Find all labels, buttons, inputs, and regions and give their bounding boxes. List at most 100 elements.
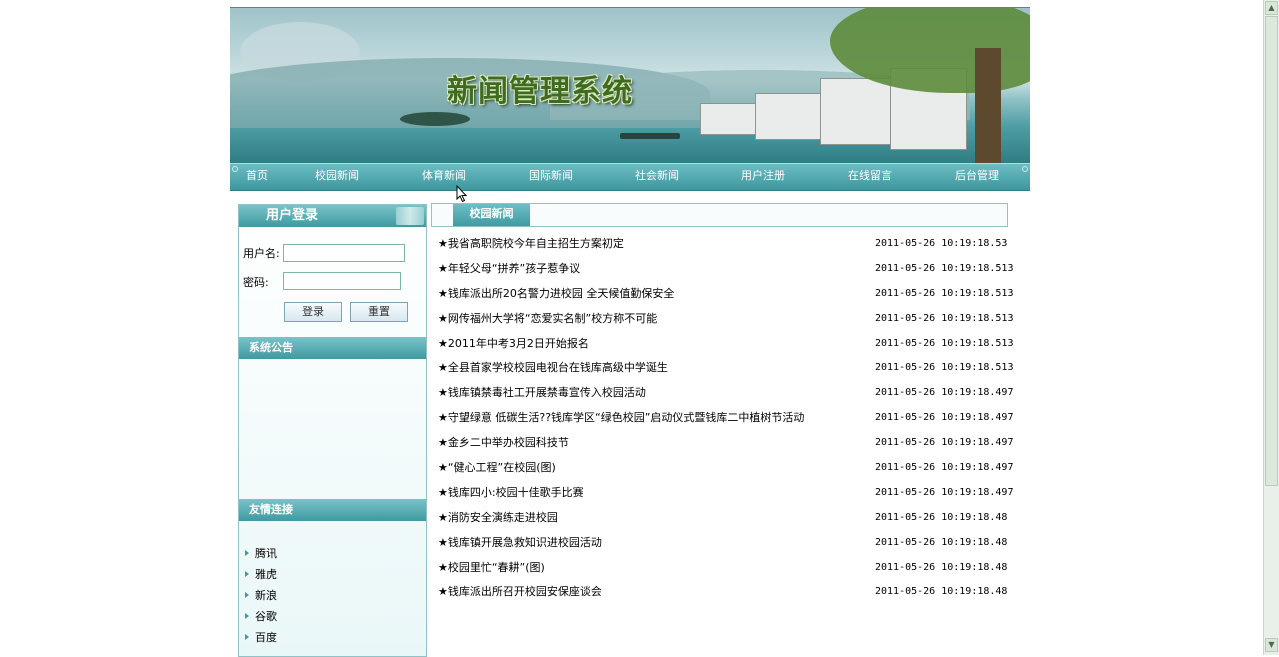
news-time: 2011-05-26 10:19:18.513 [875,362,1014,374]
nav-campus-news[interactable]: 校园新闻 [315,164,359,190]
site-title: 新闻管理系统 [447,74,633,109]
notice-title: 系统公告 [249,341,293,354]
banner-boat [620,133,680,139]
news-time: 2011-05-26 10:19:18.497 [875,462,1014,474]
link-yahoo[interactable]: 雅虎 [243,564,277,585]
news-title-link[interactable]: ★守望绿意 低碳生活??钱库学区“绿色校园”启动仪式暨钱库二中植树节活动 [438,410,804,426]
news-title-link[interactable]: ★我省高职院校今年自主招生方案初定 [438,236,624,252]
page-scrollbar[interactable]: ▲ ▼ [1263,0,1279,655]
friend-links-list: 腾讯 雅虎 新浪 谷歌 百度 [243,543,277,648]
username-input[interactable] [283,244,405,262]
triangle-right-icon [245,592,249,598]
notice-panel-header: 系统公告 [239,337,426,359]
news-title-link[interactable]: ★钱库镇开展急救知识进校园活动 [438,535,602,551]
news-time: 2011-05-26 10:19:18.497 [875,387,1014,399]
news-time: 2011-05-26 10:19:18.497 [875,437,1014,449]
news-row: ★年轻父母“拼养”孩子惹争议 2011-05-26 10:19:18.513 [438,261,1013,286]
news-row: ★钱库派出所20名警力进校园 全天候值勤保安全 2011-05-26 10:19:… [438,286,1013,311]
login-panel-header: 用户登录 [239,205,426,227]
link-label: 百度 [255,631,277,644]
news-time: 2011-05-26 10:19:18.513 [875,262,1014,274]
news-row: ★2011年中考3月2日开始报名 2011-05-26 10:19:18.513 [438,336,1013,361]
username-label: 用户名: [243,247,280,260]
news-title-link[interactable]: ★钱库派出所20名警力进校园 全天候值勤保安全 [438,286,674,302]
news-title-link[interactable]: ★消防安全演练走进校园 [438,510,558,526]
sidebar: 用户登录 用户名: 密码: 登录 重置 系统公告 友情连接 腾讯 雅虎 新浪 谷… [238,204,427,657]
news-row: ★钱库四小:校园十佳歌手比赛 2011-05-26 10:19:18.497 [438,485,1013,510]
password-label: 密码: [243,276,269,289]
news-time: 2011-05-26 10:19:18.53 [875,238,1008,249]
news-row: ★金乡二中举办校园科技节 2011-05-26 10:19:18.497 [438,435,1013,460]
news-time: 2011-05-26 10:19:18.513 [875,312,1014,324]
news-row: ★钱库镇开展急救知识进校园活动 2011-05-26 10:19:18.48 [438,535,1008,560]
news-title-link[interactable]: ★年轻父母“拼养”孩子惹争议 [438,261,580,277]
books-icon [396,207,424,225]
arrow-down-icon[interactable]: ▼ [1265,638,1278,652]
header-banner: 新闻管理系统 [230,7,1030,165]
news-time: 2011-05-26 10:19:18.48 [875,561,1008,573]
news-time: 2011-05-26 10:19:18.513 [875,287,1014,299]
main-nav: 首页 校园新闻 体育新闻 国际新闻 社会新闻 用户注册 在线留言 后台管理 [230,163,1030,191]
news-time: 2011-05-26 10:19:18.48 [875,511,1008,523]
mouse-cursor-icon [456,185,468,203]
link-baidu[interactable]: 百度 [243,627,277,648]
links-title: 友情连接 [249,503,293,516]
arrow-up-icon[interactable]: ▲ [1265,1,1278,15]
link-label: 谷歌 [255,610,277,623]
link-label: 腾讯 [255,547,277,560]
news-title-link[interactable]: ★全县首家学校校园电视台在钱库高级中学诞生 [438,360,668,376]
link-tencent[interactable]: 腾讯 [243,543,277,564]
news-title-link[interactable]: ★钱库镇禁毒社工开展禁毒宣传入校园活动 [438,385,646,401]
banner-tree-trunk [975,48,1001,165]
news-row: ★守望绿意 低碳生活??钱库学区“绿色校园”启动仪式暨钱库二中植树节活动 2011… [438,410,1013,435]
scrollbar-thumb[interactable] [1265,16,1278,486]
news-row: ★我省高职院校今年自主招生方案初定 2011-05-26 10:19:18.53 [438,236,1008,261]
nav-guestbook[interactable]: 在线留言 [848,164,892,190]
nav-register[interactable]: 用户注册 [741,164,785,190]
news-row: ★消防安全演练走进校园 2011-05-26 10:19:18.48 [438,510,1008,535]
link-label: 雅虎 [255,568,277,581]
news-title-link[interactable]: ★“健心工程”在校园(图) [438,460,556,476]
news-panel-header: 校园新闻 [431,203,1008,227]
news-title-link[interactable]: ★钱库派出所召开校园安保座谈会 [438,584,602,600]
villa [755,93,827,140]
nav-corner-ornament [232,166,238,172]
password-input[interactable] [283,272,401,290]
news-row: ★全县首家学校校园电视台在钱库高级中学诞生 2011-05-26 10:19:18… [438,360,1013,385]
villa [700,103,762,135]
link-google[interactable]: 谷歌 [243,606,277,627]
nav-social-news[interactable]: 社会新闻 [635,164,679,190]
news-row: ★校园里忙“春耕”(图) 2011-05-26 10:19:18.48 [438,560,1008,585]
notice-content [239,359,426,499]
triangle-right-icon [245,613,249,619]
nav-international-news[interactable]: 国际新闻 [529,164,573,190]
page-container: 新闻管理系统 首页 校园新闻 体育新闻 国际新闻 社会新闻 用户注册 在线留言 … [230,7,1030,657]
news-title-link[interactable]: ★网传福州大学将“恋爱实名制”校方称不可能 [438,311,657,327]
news-time: 2011-05-26 10:19:18.497 [875,412,1014,424]
tab-campus-news[interactable]: 校园新闻 [453,204,530,226]
news-time: 2011-05-26 10:19:18.48 [875,586,1008,598]
news-title-link[interactable]: ★校园里忙“春耕”(图) [438,560,545,576]
links-panel-header: 友情连接 [239,499,426,521]
triangle-right-icon [245,571,249,577]
banner-island [400,112,470,126]
reset-button[interactable]: 重置 [350,302,408,322]
link-sina[interactable]: 新浪 [243,585,277,606]
news-list: ★我省高职院校今年自主招生方案初定 2011-05-26 10:19:18.53 … [438,236,1013,609]
news-row: ★钱库派出所召开校园安保座谈会 2011-05-26 10:19:18.48 [438,584,1008,609]
nav-home[interactable]: 首页 [246,164,268,190]
news-title-link[interactable]: ★金乡二中举办校园科技节 [438,435,569,451]
news-row: ★“健心工程”在校园(图) 2011-05-26 10:19:18.497 [438,460,1013,485]
news-title-link[interactable]: ★2011年中考3月2日开始报名 [438,336,589,352]
news-time: 2011-05-26 10:19:18.48 [875,536,1008,548]
news-time: 2011-05-26 10:19:18.497 [875,486,1014,498]
login-button[interactable]: 登录 [284,302,342,322]
nav-admin[interactable]: 后台管理 [955,164,999,190]
news-time: 2011-05-26 10:19:18.513 [875,337,1014,349]
news-title-link[interactable]: ★钱库四小:校园十佳歌手比赛 [438,485,584,501]
link-label: 新浪 [255,589,277,602]
news-row: ★钱库镇禁毒社工开展禁毒宣传入校园活动 2011-05-26 10:19:18.4… [438,385,1013,410]
login-title: 用户登录 [266,208,319,223]
nav-corner-ornament [1022,166,1028,172]
triangle-right-icon [245,550,249,556]
